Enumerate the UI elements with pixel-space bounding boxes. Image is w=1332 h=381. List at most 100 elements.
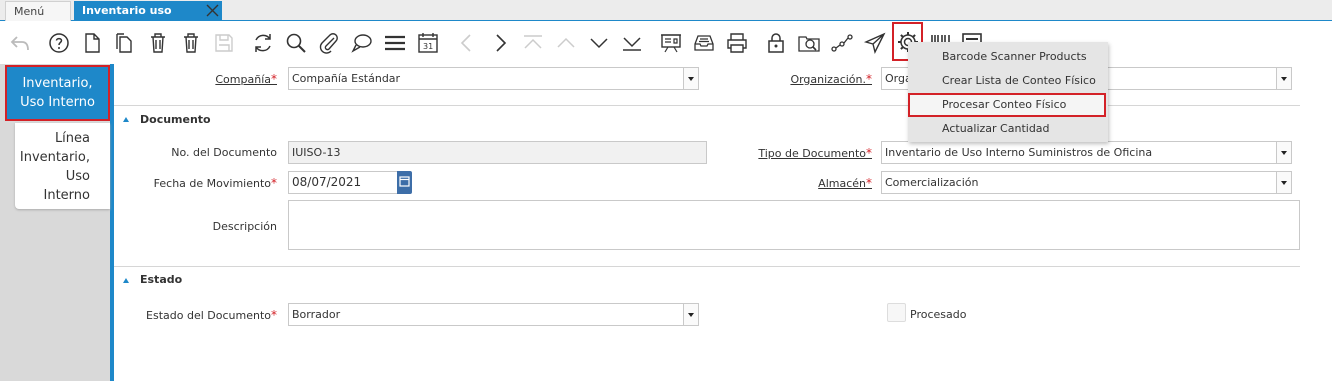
date-picker-button[interactable] <box>397 171 412 194</box>
tipo-documento-value: Inventario de Uso Interno Suministros de… <box>885 146 1153 159</box>
last-record-button[interactable] <box>617 27 647 59</box>
save-button[interactable] <box>209 27 239 59</box>
menu-item-crear-lista-conteo[interactable]: Crear Lista de Conteo Físico <box>908 69 1108 93</box>
grid-toggle-icon <box>385 35 405 51</box>
collapse-icon[interactable] <box>123 117 129 122</box>
estado-documento-label: Estado del Documento* <box>146 308 277 322</box>
collapse-icon[interactable] <box>123 278 129 283</box>
undo-icon <box>10 36 29 51</box>
nav-tab-active-line-1: Inventario, <box>22 76 93 91</box>
next-button[interactable] <box>485 27 515 59</box>
workflow-button[interactable] <box>827 27 857 59</box>
nav-tab-line-1: Línea <box>54 131 90 146</box>
delete-button[interactable] <box>143 27 173 59</box>
chevron-down-icon[interactable] <box>683 68 698 89</box>
chevron-down-icon[interactable] <box>683 304 698 325</box>
undo-button[interactable] <box>5 27 35 59</box>
no-documento-value: IUISO-13 <box>292 146 341 159</box>
copy-record-button[interactable] <box>109 27 139 59</box>
menu-item-barcode-scanner[interactable]: Barcode Scanner Products <box>908 45 1108 69</box>
chat-button[interactable] <box>347 27 377 59</box>
chevron-down-icon[interactable] <box>1276 68 1291 89</box>
previous-icon <box>460 34 471 52</box>
find-button[interactable] <box>281 27 311 59</box>
side-nav-divider <box>110 64 114 381</box>
detail-record-button[interactable] <box>584 27 614 59</box>
chat-icon <box>351 34 372 53</box>
tipo-documento-select[interactable]: Inventario de Uso Interno Suministros de… <box>881 141 1292 164</box>
report-icon <box>661 34 681 53</box>
menu-item-procesar-conteo[interactable]: Procesar Conteo Físico <box>908 93 1106 117</box>
last-record-icon <box>623 37 641 51</box>
find-icon <box>286 33 306 53</box>
nav-tab-line-2: Inventario, <box>19 150 90 165</box>
save-icon <box>215 34 233 52</box>
section-documento-title: Documento <box>140 113 211 126</box>
tab-menu[interactable]: Menú (3) <box>5 1 71 37</box>
refresh-button[interactable] <box>248 27 278 59</box>
process-menu: Barcode Scanner Products Crear Lista de … <box>908 42 1108 142</box>
compania-select[interactable]: Compañía Estándar <box>288 67 699 90</box>
grid-toggle-button[interactable] <box>380 27 410 59</box>
section-estado-title: Estado <box>140 273 183 286</box>
calendar-button[interactable]: 31 <box>413 27 443 59</box>
chevron-down-icon[interactable] <box>1276 172 1291 193</box>
new-record-button[interactable] <box>77 27 107 59</box>
copy-record-icon <box>116 33 132 53</box>
nav-tab-line-4: Interno <box>43 188 90 203</box>
app-window: { "tabs": [ {"label": "Menú (3)"}, {"lab… <box>0 0 1332 381</box>
organizacion-label: Organización.* <box>790 72 872 86</box>
nav-tab-active-line-2: Uso Interno <box>20 95 95 110</box>
chevron-down-icon[interactable] <box>1276 142 1291 163</box>
nav-tab-line-3: Uso <box>65 169 90 184</box>
report-button[interactable] <box>656 27 686 59</box>
close-icon[interactable] <box>205 3 220 18</box>
menu-item-actualizar-cantidad[interactable]: Actualizar Cantidad <box>908 117 1108 141</box>
attachment-button[interactable] <box>314 27 344 59</box>
svg-text:31: 31 <box>423 42 433 51</box>
compania-label: Compañía* <box>215 72 277 86</box>
no-documento-field[interactable]: IUISO-13 <box>288 141 707 164</box>
archive-button[interactable] <box>689 27 719 59</box>
request-icon <box>863 32 886 55</box>
descripcion-label: Descripción <box>212 220 277 233</box>
workflow-icon <box>831 34 853 52</box>
procesado-label: Procesado <box>910 308 967 321</box>
estado-documento-select[interactable]: Borrador <box>288 303 699 326</box>
zoom-across-button[interactable] <box>794 27 824 59</box>
nav-tab-inventario-uso-interno[interactable]: Inventario, Uso Interno <box>5 65 110 121</box>
help-icon <box>49 33 69 53</box>
attachment-icon <box>319 33 338 54</box>
no-documento-label: No. del Documento <box>171 146 277 159</box>
zoom-across-icon <box>798 36 820 52</box>
first-record-icon <box>524 35 542 49</box>
first-record-button[interactable] <box>518 27 548 59</box>
tab-inventario-uso-interno[interactable]: Inventario uso Interno <box>74 1 222 36</box>
toolbar: 31 <box>0 22 1332 64</box>
descripcion-textarea[interactable] <box>288 200 1300 250</box>
procesado-checkbox[interactable] <box>887 303 906 322</box>
divider <box>114 105 1300 106</box>
print-button[interactable] <box>722 27 752 59</box>
fecha-movimiento-label: Fecha de Movimiento* <box>153 176 277 190</box>
calendar-icon <box>399 176 410 187</box>
divider <box>114 266 1300 267</box>
delete-selected-button[interactable] <box>176 27 206 59</box>
almacen-label: Almacén* <box>818 176 872 190</box>
window-tab-bar: Menú (3) Inventario uso Interno <box>0 0 1332 37</box>
nav-tab-linea-inventario[interactable]: Línea Inventario, Uso Interno <box>15 123 110 209</box>
parent-record-button[interactable] <box>551 27 581 59</box>
previous-button[interactable] <box>452 27 482 59</box>
almacen-select[interactable]: Comercialización <box>881 171 1292 194</box>
parent-record-icon <box>557 37 575 48</box>
calendar-icon: 31 <box>418 33 438 53</box>
help-button[interactable] <box>44 27 74 59</box>
lock-button[interactable] <box>761 27 791 59</box>
request-button[interactable] <box>860 27 890 59</box>
fecha-movimiento-field[interactable]: 08/07/2021 <box>288 171 398 194</box>
delete-icon <box>151 33 165 53</box>
refresh-icon <box>255 34 271 52</box>
detail-record-icon <box>590 38 608 49</box>
next-icon <box>496 34 507 52</box>
archive-icon <box>694 35 714 51</box>
